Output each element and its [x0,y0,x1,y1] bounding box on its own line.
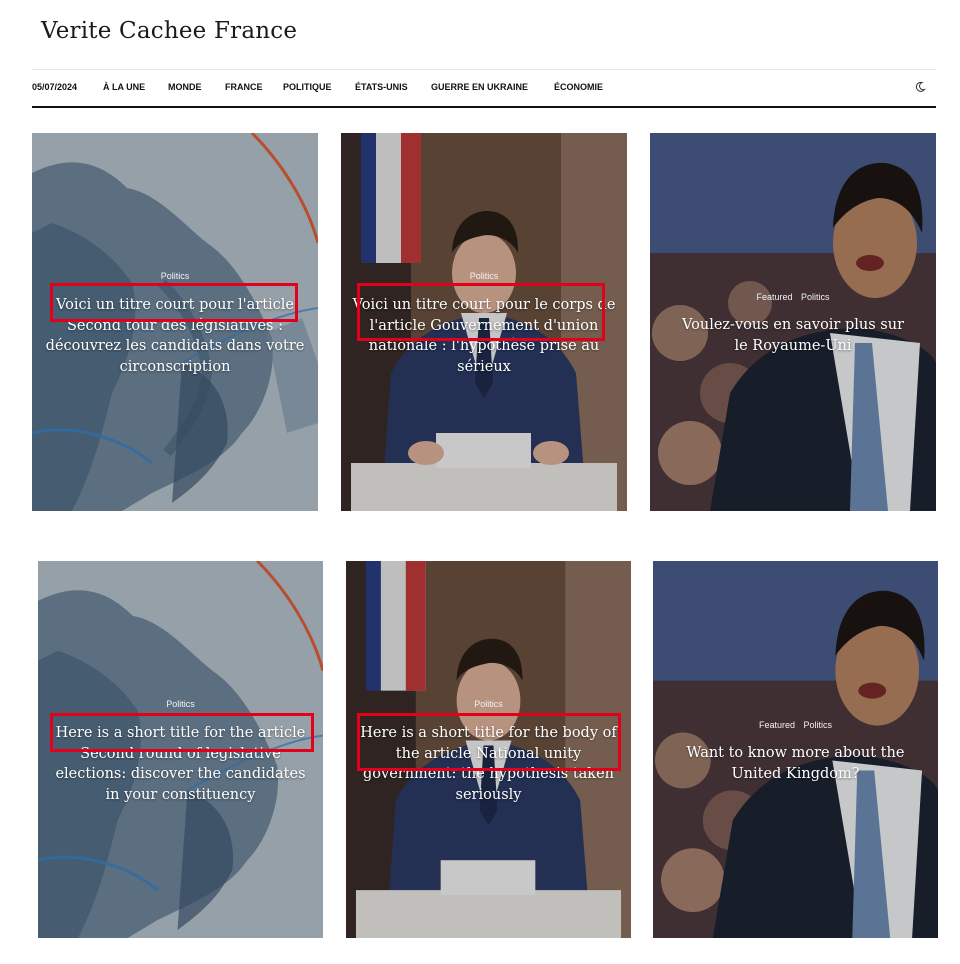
nav-item-politique[interactable]: POLITIQUE [283,82,332,92]
header-divider [32,69,936,70]
moon-icon[interactable] [914,81,926,93]
article-card-3[interactable]: Featured Politics Voulez-vous en savoir … [650,133,936,511]
category-featured[interactable]: Featured [759,720,795,730]
category-featured[interactable]: Featured [756,292,792,302]
article-card-5[interactable]: Politics Here is a short title for the b… [346,561,631,938]
card-categories: Politics [32,271,318,281]
article-title[interactable]: Voici un titre court pour l'article Seco… [42,295,308,377]
card-categories: Featured Politics [653,720,938,730]
nav-item-etats-unis[interactable]: ÉTATS-UNIS [355,82,408,92]
category-politics[interactable]: Politics [166,699,195,709]
site-logo[interactable]: Verite Cachee France [41,18,297,44]
article-title[interactable]: Here is a short title for the body of th… [356,723,621,805]
main-nav: 05/07/2024 À LA UNE MONDE FRANCE POLITIQ… [32,80,936,98]
nav-item-guerre-en-ukraine[interactable]: GUERRE EN UKRAINE [431,82,528,92]
article-title[interactable]: Voici un titre court pour le corps de l'… [351,295,617,377]
card-categories: Politics [346,699,631,709]
article-title[interactable]: Voulez-vous en savoir plus sur le Royaum… [674,315,912,356]
article-card-6[interactable]: Featured Politics Want to know more abou… [653,561,938,938]
article-card-2[interactable]: Politics Voici un titre court pour le co… [341,133,627,511]
card-categories: Politics [38,699,323,709]
current-date: 05/07/2024 [32,82,78,92]
card-categories: Politics [341,271,627,281]
category-politics[interactable]: Politics [470,271,499,281]
article-card-4[interactable]: Politics Here is a short title for the a… [38,561,323,938]
nav-item-france[interactable]: FRANCE [225,82,263,92]
article-card-1[interactable]: Politics Voici un titre court pour l'art… [32,133,318,511]
nav-item-a-la-une[interactable]: À LA UNE [103,82,145,92]
category-politics[interactable]: Politics [161,271,190,281]
card-categories: Featured Politics [650,292,936,302]
category-politics[interactable]: Politics [801,292,830,302]
nav-item-economie[interactable]: ÉCONOMIE [554,82,603,92]
nav-divider [32,106,936,108]
category-politics[interactable]: Politics [474,699,503,709]
article-title[interactable]: Want to know more about the United Kingd… [677,743,914,784]
article-title[interactable]: Here is a short title for the article Se… [48,723,313,805]
nav-item-monde[interactable]: MONDE [168,82,202,92]
category-politics[interactable]: Politics [804,720,833,730]
